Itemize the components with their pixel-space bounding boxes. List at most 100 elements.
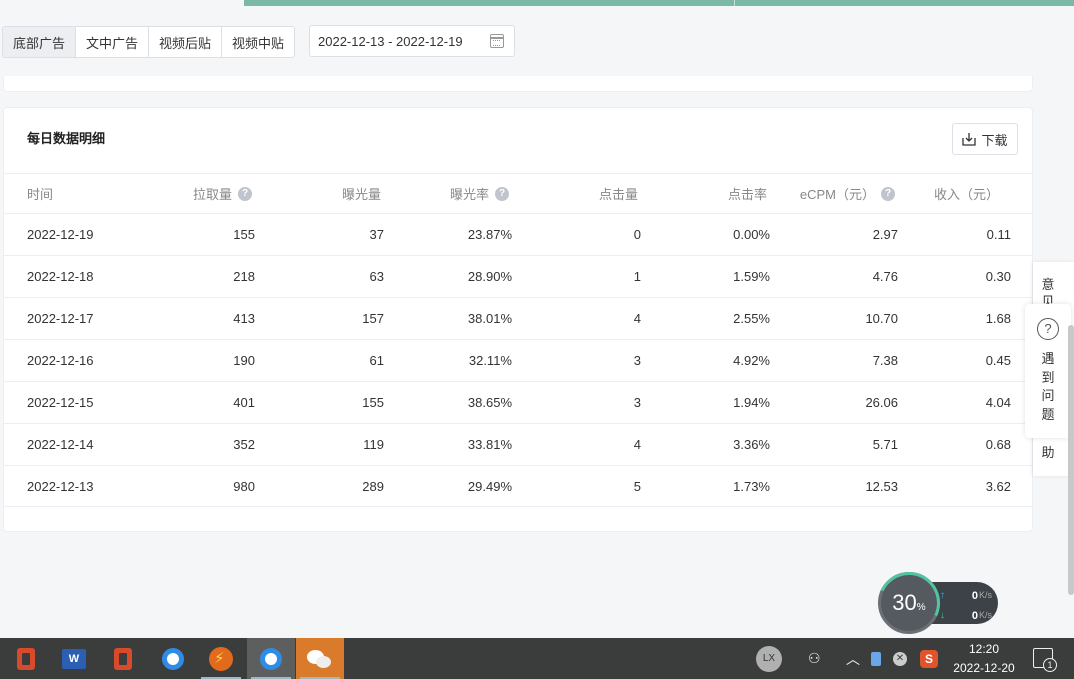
help-icon[interactable]: ? <box>238 186 252 201</box>
table-row: 2022-12-15 401 155 38.65% 3 1.94% 26.06 4.04 <box>4 381 1032 423</box>
cell-impression-rate: 32.11% <box>468 353 512 368</box>
cell-clicks: 4 <box>633 437 641 452</box>
network-speed-widget[interactable]: ↑ 0 K/s ↓ 0 K/s 30% <box>869 563 1000 643</box>
cell-clicks: 3 <box>633 353 641 368</box>
header-impressions: 曝光量 <box>341 187 381 202</box>
cell-revenue: 4.04 <box>985 395 1011 410</box>
cell-impression-rate: 28.90% <box>467 269 512 284</box>
help-button[interactable]: ? 遇到问题 <box>1025 304 1071 438</box>
table-header-row: 时间 拉取量? 曝光量 曝光率? 点击量 点击率 eCPM（元）? 收入（元） <box>4 173 1032 213</box>
daily-data-table: 时间 拉取量? 曝光量 曝光率? 点击量 点击率 eCPM（元）? 收入（元） … <box>4 173 1032 507</box>
question-circle-icon: ? <box>1037 318 1059 340</box>
clock-date: 2022-12-20 <box>953 661 1015 675</box>
upload-arrow-icon: ↑ <box>940 590 945 601</box>
cell-impressions: 63 <box>369 269 384 284</box>
date-range-picker[interactable]: 2022-12-13 - 2022-12-19 <box>309 25 515 57</box>
cell-ecpm: 4.76 <box>872 269 898 284</box>
date-range-value: 2022-12-13 - 2022-12-19 <box>318 33 463 49</box>
sogou-input-icon[interactable]: S <box>920 638 938 679</box>
office-icon[interactable] <box>2 638 50 679</box>
header-date: 时间 <box>27 187 54 202</box>
system-clock[interactable]: 12:20 2022-12-20 <box>946 640 1022 678</box>
top-accent-divider <box>734 0 735 6</box>
cell-clicks: 3 <box>633 395 641 410</box>
cell-impression-rate: 38.01% <box>467 311 512 326</box>
top-accent-bar <box>244 0 1074 6</box>
cell-ecpm: 7.38 <box>872 353 898 368</box>
help-label: 遇到问题 <box>1041 351 1055 422</box>
taskbar: W <box>0 638 1074 679</box>
upload-speed: ↑ 0 K/s <box>940 590 992 602</box>
cell-ecpm: 26.06 <box>865 395 898 410</box>
clock-time: 12:20 <box>968 642 1000 656</box>
table-row: 2022-12-14 352 119 33.81% 4 3.36% 5.71 0.68 <box>4 423 1032 465</box>
cell-impressions: 119 <box>363 437 384 452</box>
browser-q-icon[interactable] <box>149 638 197 679</box>
cell-date: 2022-12-14 <box>27 437 94 452</box>
cell-ctr: 3.36% <box>733 437 770 452</box>
cell-clicks: 1 <box>633 269 641 284</box>
cell-revenue: 3.62 <box>985 478 1011 494</box>
download-speed: ↓ 0 K/s <box>940 610 992 622</box>
chevron-up-icon[interactable]: ︿ <box>846 638 860 679</box>
memory-percent-circle: 30% <box>869 563 949 643</box>
office-icon[interactable] <box>99 638 147 679</box>
tab-inline-ad[interactable]: 文中广告 <box>76 27 150 57</box>
cell-ctr: 4.92% <box>733 353 770 368</box>
avatar[interactable]: LX <box>756 646 782 672</box>
close-circle-icon[interactable]: ✕ <box>893 638 907 679</box>
download-button[interactable]: 下载 <box>952 123 1018 155</box>
table-row: 2022-12-17 413 157 38.01% 4 2.55% 10.70 1.68 <box>4 297 1032 339</box>
cell-impression-rate: 23.87% <box>467 227 512 242</box>
word-icon[interactable]: W <box>50 638 98 679</box>
header-ctr: 点击率 <box>727 187 767 202</box>
header-clicks: 点击量 <box>598 187 638 202</box>
cell-revenue: 0.30 <box>985 269 1011 284</box>
scrollbar[interactable] <box>1068 325 1074 595</box>
cell-date: 2022-12-16 <box>27 353 94 368</box>
cell-impressions: 37 <box>369 227 384 242</box>
cell-impressions: 289 <box>362 478 384 494</box>
cell-requests: 413 <box>233 311 255 326</box>
usb-icon[interactable] <box>871 638 881 679</box>
calendar-icon[interactable] <box>490 34 504 48</box>
tab-bottom-ad[interactable]: 底部广告 <box>3 27 77 57</box>
cell-ctr: 1.59% <box>733 269 770 284</box>
cell-requests: 218 <box>233 269 255 284</box>
cell-requests: 190 <box>233 353 255 368</box>
cell-date: 2022-12-17 <box>27 311 94 326</box>
wechat-icon[interactable] <box>296 638 344 679</box>
tab-video-post[interactable]: 视频后贴 <box>149 27 223 57</box>
help-icon[interactable]: ? <box>881 186 895 201</box>
header-ecpm: eCPM（元）? <box>800 174 895 213</box>
cell-revenue: 0.11 <box>986 227 1011 242</box>
daily-detail-card: 每日数据明细 下载 时间 拉取量? 曝光量 曝光率? 点击量 点击率 eCPM（… <box>3 107 1033 532</box>
header-revenue: 收入（元） <box>933 187 999 202</box>
card-title: 每日数据明细 <box>27 131 106 146</box>
cell-ctr: 1.94% <box>733 395 770 410</box>
cell-requests: 401 <box>233 395 255 410</box>
cell-revenue: 1.68 <box>985 311 1011 326</box>
tab-video-mid[interactable]: 视频中贴 <box>222 27 294 57</box>
browser-q-icon[interactable] <box>247 638 295 679</box>
table-row: 2022-12-19 155 37 23.87% 0 0.00% 2.97 0.11 <box>4 213 1032 255</box>
assist-link[interactable]: 助 <box>1033 442 1063 461</box>
table-row: 2022-12-13 980 289 29.49% 5 1.73% 12.53 3.62 <box>4 465 1032 507</box>
cell-clicks: 5 <box>633 478 641 494</box>
table-row: 2022-12-18 218 63 28.90% 1 1.59% 4.76 0.30 <box>4 255 1032 297</box>
zigzag-app-icon[interactable] <box>197 638 245 679</box>
help-icon[interactable]: ? <box>495 186 509 201</box>
download-label: 下载 <box>981 132 1008 148</box>
notification-count: 1 <box>1043 658 1057 672</box>
people-icon[interactable]: ⚇ <box>808 638 821 679</box>
cell-clicks: 4 <box>633 311 641 326</box>
cell-requests: 352 <box>233 437 255 452</box>
download-icon <box>962 133 977 146</box>
ad-type-tabs: 底部广告 文中广告 视频后贴 视频中贴 <box>2 26 296 58</box>
cell-clicks: 0 <box>633 227 641 242</box>
cell-ecpm: 10.70 <box>865 311 898 326</box>
cell-ctr: 0.00% <box>733 227 770 242</box>
header-requests: 拉取量? <box>193 174 252 213</box>
cell-impressions: 155 <box>362 395 384 410</box>
download-arrow-icon: ↓ <box>940 610 945 621</box>
